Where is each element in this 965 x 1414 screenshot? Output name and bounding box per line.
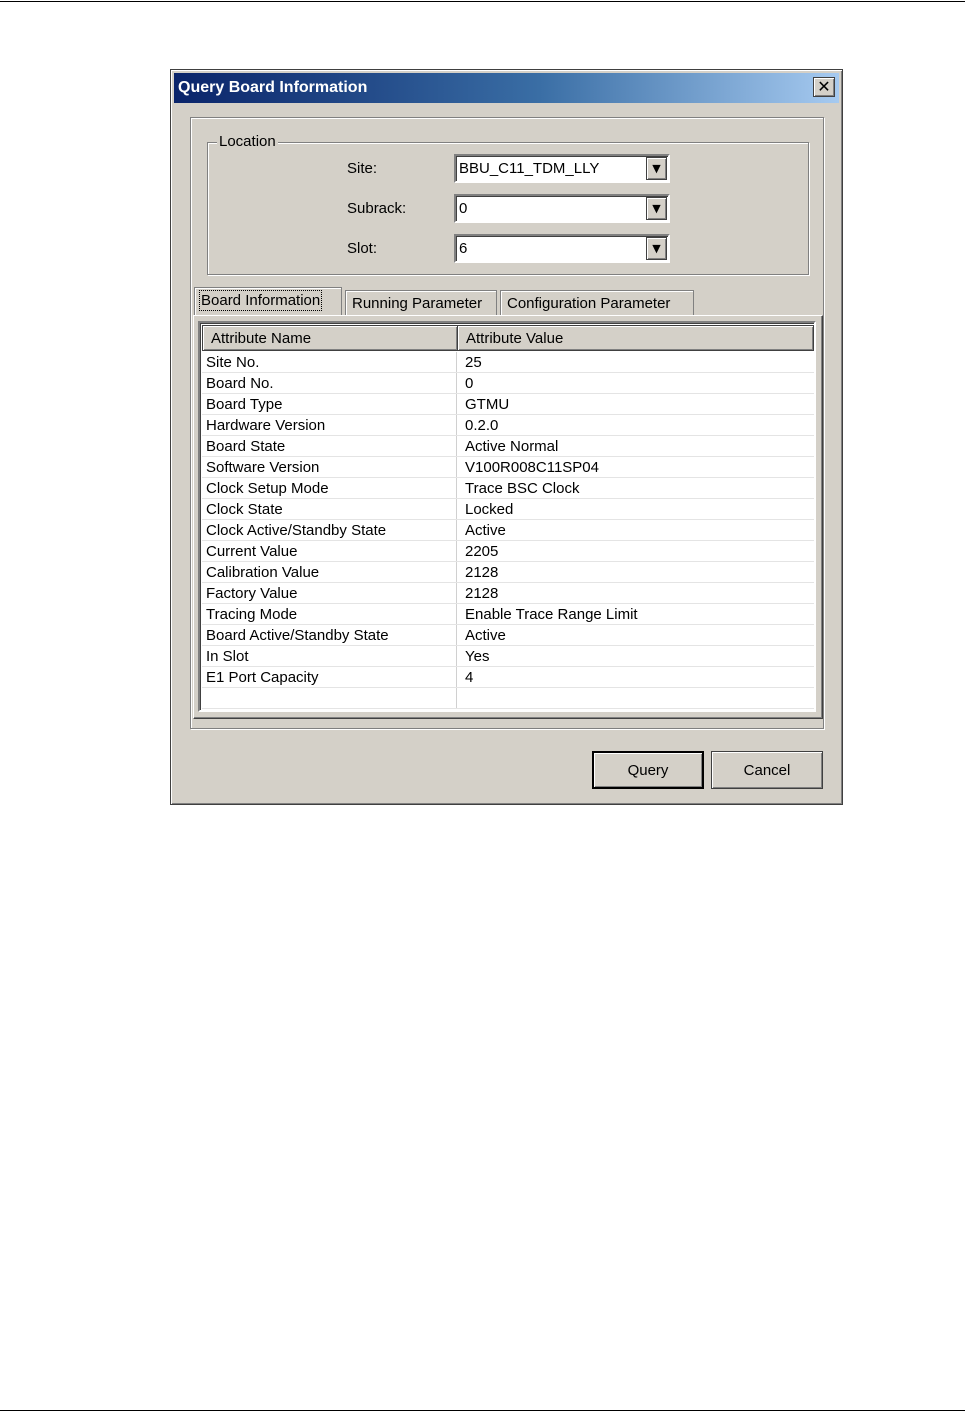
site-combobox[interactable]: BBU_C11_TDM_LLY ▼ <box>454 154 670 183</box>
tab-configuration-parameter-label: Configuration Parameter <box>507 295 671 312</box>
attribute-name-cell: Calibration Value <box>206 564 320 581</box>
slot-value: 6 <box>459 240 468 257</box>
table-row[interactable]: Current Value 2205 <box>202 541 814 562</box>
attribute-value-cell: Locked <box>465 501 514 518</box>
slot-dropdown-button[interactable]: ▼ <box>646 237 667 260</box>
table-row[interactable]: E1 Port Capacity 4 <box>202 667 814 688</box>
slot-label: Slot: <box>347 240 378 257</box>
table-row[interactable]: Board Active/Standby State Active <box>202 625 814 646</box>
attribute-name-cell: Board Active/Standby State <box>206 627 389 644</box>
table-row[interactable]: Clock State Locked <box>202 499 814 520</box>
attribute-name-cell: Clock Setup Mode <box>206 480 329 497</box>
attribute-value-cell: 2205 <box>465 543 499 560</box>
table-body: Site No. 25 Board No. 0 Board Type GTMU Hardwa… <box>202 352 814 709</box>
attribute-name-cell: Clock State <box>206 501 283 518</box>
chevron-down-icon: ▼ <box>652 242 661 255</box>
attribute-name-cell: Board State <box>206 438 286 455</box>
table-row[interactable]: Board Type GTMU <box>202 394 814 415</box>
table-row[interactable]: In Slot Yes <box>202 646 814 667</box>
table-row[interactable]: Clock Active/Standby State Active <box>202 520 814 541</box>
title-bar[interactable]: Query Board Information ✕ <box>174 73 839 103</box>
attribute-name-cell: In Slot <box>206 648 249 665</box>
table-row[interactable]: Clock Setup Mode Trace BSC Clock <box>202 478 814 499</box>
subrack-value: 0 <box>459 200 468 217</box>
query-board-information-dialog: Query Board Information ✕ Location Site:… <box>170 69 843 805</box>
chevron-down-icon: ▼ <box>652 162 661 175</box>
attribute-value-cell: Active Normal <box>465 438 559 455</box>
table-row[interactable]: Hardware Version 0.2.0 <box>202 415 814 436</box>
attribute-name-cell: Board No. <box>206 375 274 392</box>
attribute-value-cell: 0 <box>465 375 474 392</box>
page-bottom-rule <box>0 1410 965 1411</box>
attribute-value-cell: 0.2.0 <box>465 417 499 434</box>
attribute-name-cell: Clock Active/Standby State <box>206 522 387 539</box>
attribute-name-cell: Current Value <box>206 543 298 560</box>
table-row[interactable]: Tracing Mode Enable Trace Range Limit <box>202 604 814 625</box>
cancel-button[interactable]: Cancel <box>711 751 823 789</box>
tab-configuration-parameter[interactable]: Configuration Parameter <box>500 290 694 315</box>
attribute-name-cell: Factory Value <box>206 585 298 602</box>
site-label: Site: <box>347 160 378 177</box>
attribute-value-cell: Enable Trace Range Limit <box>465 606 638 623</box>
close-icon: ✕ <box>817 77 831 96</box>
attribute-value-cell: Active <box>465 627 506 644</box>
attribute-value-cell: Trace BSC Clock <box>465 480 580 497</box>
tab-running-parameter-label: Running Parameter <box>352 295 483 312</box>
attribute-value-cell: 2128 <box>465 585 499 602</box>
attribute-value-cell: Active <box>465 522 506 539</box>
chevron-down-icon: ▼ <box>652 202 661 215</box>
site-value: BBU_C11_TDM_LLY <box>459 160 600 177</box>
tab-board-information[interactable]: Board Information <box>194 287 342 315</box>
table-row[interactable]: Calibration Value 2128 <box>202 562 814 583</box>
slot-combobox[interactable]: 6 ▼ <box>454 234 670 263</box>
attribute-name-cell: E1 Port Capacity <box>206 669 319 686</box>
attribute-value-cell: 25 <box>465 354 482 371</box>
location-group-title: Location <box>217 133 278 150</box>
close-button[interactable]: ✕ <box>813 77 835 97</box>
attribute-value-cell: Yes <box>465 648 490 665</box>
subrack-label: Subrack: <box>347 200 407 217</box>
attribute-table[interactable]: Attribute Name Attribute Value Site No. 2… <box>198 321 816 712</box>
location-group: Location Site: BBU_C11_TDM_LLY ▼ Subrack… <box>207 133 809 275</box>
table-row[interactable]: Site No. 25 <box>202 352 814 373</box>
table-row[interactable]: Software Version V100R008C11SP04 <box>202 457 814 478</box>
table-row[interactable] <box>202 688 814 709</box>
tab-board-information-label: Board Information <box>198 290 323 311</box>
query-button[interactable]: Query <box>592 751 704 789</box>
attribute-name-cell: Board Type <box>206 396 283 413</box>
tab-running-parameter[interactable]: Running Parameter <box>345 290 497 315</box>
dialog-title: Query Board Information <box>178 79 368 96</box>
attribute-name-cell: Site No. <box>206 354 260 371</box>
table-row[interactable]: Board State Active Normal <box>202 436 814 457</box>
attribute-name-cell: Software Version <box>206 459 320 476</box>
table-row[interactable]: Board No. 0 <box>202 373 814 394</box>
site-dropdown-button[interactable]: ▼ <box>646 157 667 180</box>
page-top-rule <box>0 1 965 2</box>
table-row[interactable]: Factory Value 2128 <box>202 583 814 604</box>
column-header-attribute-name[interactable]: Attribute Name <box>202 325 458 351</box>
attribute-value-cell: 2128 <box>465 564 499 581</box>
attribute-value-cell: 4 <box>465 669 474 686</box>
attribute-name-cell: Tracing Mode <box>206 606 298 623</box>
column-header-attribute-value[interactable]: Attribute Value <box>457 325 814 351</box>
subrack-dropdown-button[interactable]: ▼ <box>646 197 667 220</box>
attribute-value-cell: GTMU <box>465 396 510 413</box>
subrack-combobox[interactable]: 0 ▼ <box>454 194 670 223</box>
attribute-name-cell: Hardware Version <box>206 417 326 434</box>
attribute-value-cell: V100R008C11SP04 <box>465 459 599 476</box>
